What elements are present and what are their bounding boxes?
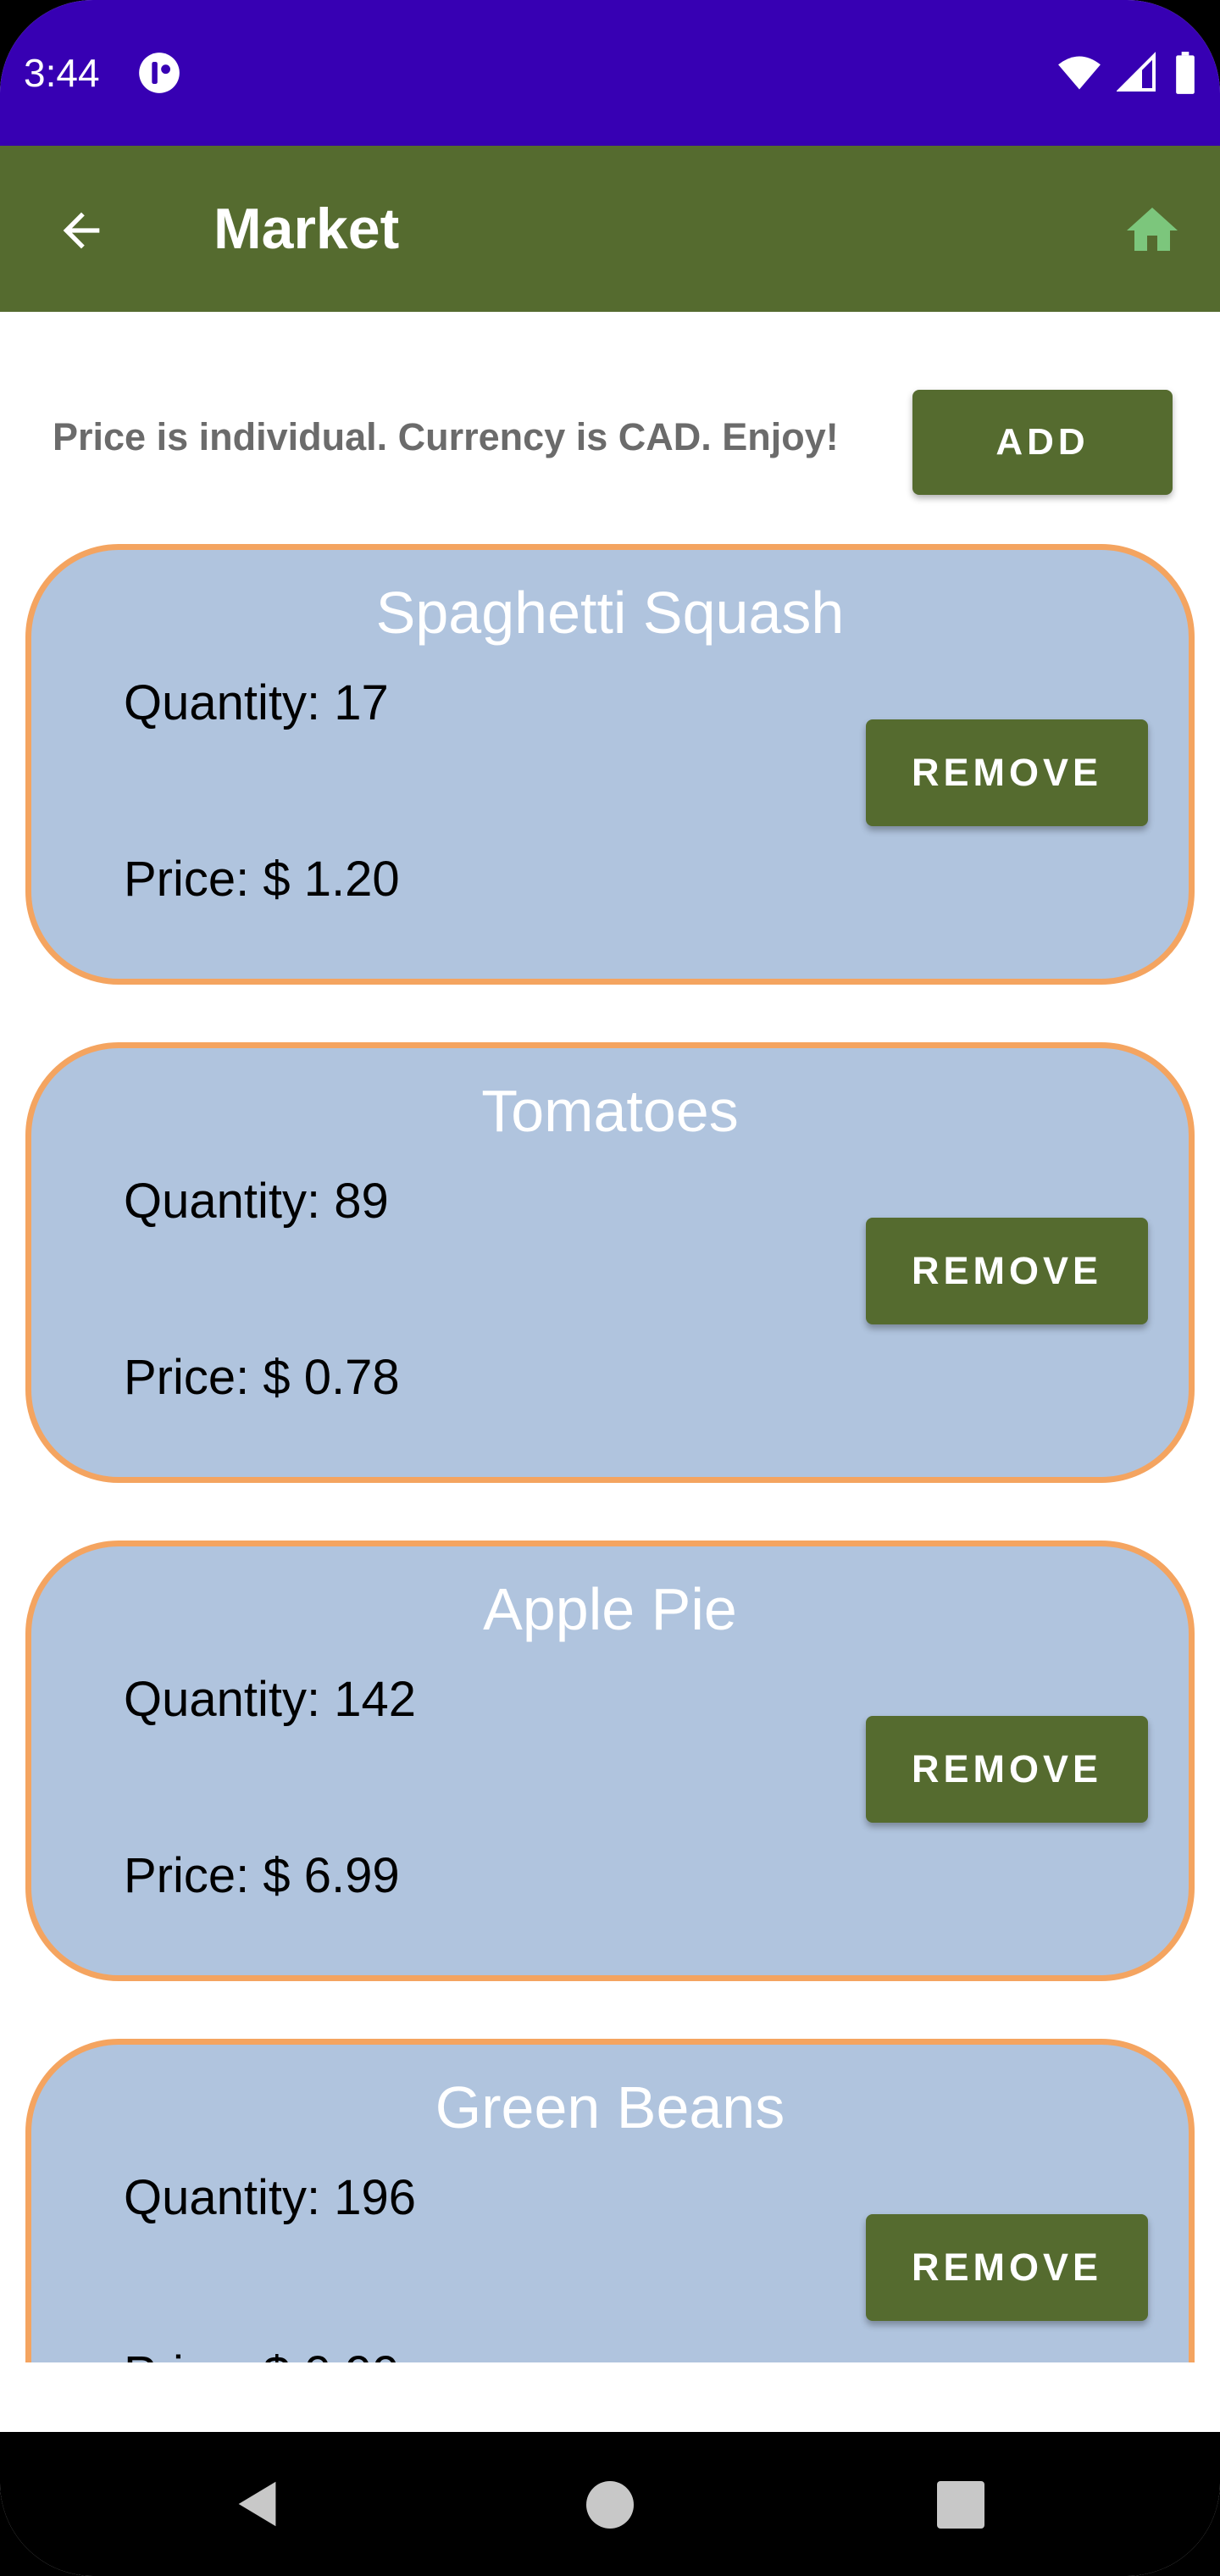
app-bar: Market [0,146,1220,312]
status-time: 3:44 [24,51,100,95]
remove-button[interactable]: REMOVE [866,2214,1148,2321]
item-price: Price: $ 6.99 [124,1848,400,1903]
item-price: Price: $ 0.78 [124,1350,400,1405]
info-text: Price is individual. Currency is CAD. En… [53,415,839,458]
item-card: Spaghetti Squash Quantity: 17 Price: $ 1… [25,544,1195,985]
nav-recents-icon[interactable] [937,2481,984,2529]
item-name: Apple Pie [483,1576,737,1642]
item-quantity: Quantity: 142 [124,1672,416,1727]
remove-button[interactable]: REMOVE [866,1716,1148,1823]
remove-button[interactable]: REMOVE [866,1218,1148,1324]
item-card: Apple Pie Quantity: 142 Price: $ 6.99 RE… [25,1541,1195,1981]
item-quantity: Quantity: 89 [124,1174,389,1229]
item-card: Tomatoes Quantity: 89 Price: $ 0.78 REMO… [25,1042,1195,1483]
item-name: Green Beans [435,2074,785,2140]
back-button[interactable] [47,197,115,264]
item-quantity: Quantity: 196 [124,2170,416,2225]
status-bar: 3:44 [0,0,1220,146]
market-content[interactable]: Price is individual. Currency is CAD. En… [0,312,1220,2362]
item-card: Green Beans Quantity: 196 Price: $ 0.99 … [25,2039,1195,2362]
battery-icon [1176,52,1195,94]
home-button[interactable] [1118,197,1186,264]
app-notification-icon [139,53,180,93]
page-title: Market [214,197,400,261]
remove-button[interactable]: REMOVE [866,719,1148,826]
cellular-signal-icon [1117,52,1156,92]
item-price: Price: $ 1.20 [124,852,400,907]
arrow-back-icon [63,212,100,249]
add-button[interactable]: ADD [912,390,1173,495]
nav-back-icon[interactable] [229,2474,288,2534]
home-icon [1127,208,1178,251]
item-name: Spaghetti Squash [375,580,845,646]
system-nav-bar [0,2432,1220,2576]
wifi-icon [1058,56,1101,90]
item-price: Price: $ 0.99 [124,2345,400,2362]
phone-screen: 3:44 Market Price is individual. Currenc… [0,0,1220,2576]
status-icons [1057,51,1198,95]
item-name: Tomatoes [481,1078,739,1144]
nav-home-icon[interactable] [586,2481,634,2529]
item-quantity: Quantity: 17 [124,675,389,730]
